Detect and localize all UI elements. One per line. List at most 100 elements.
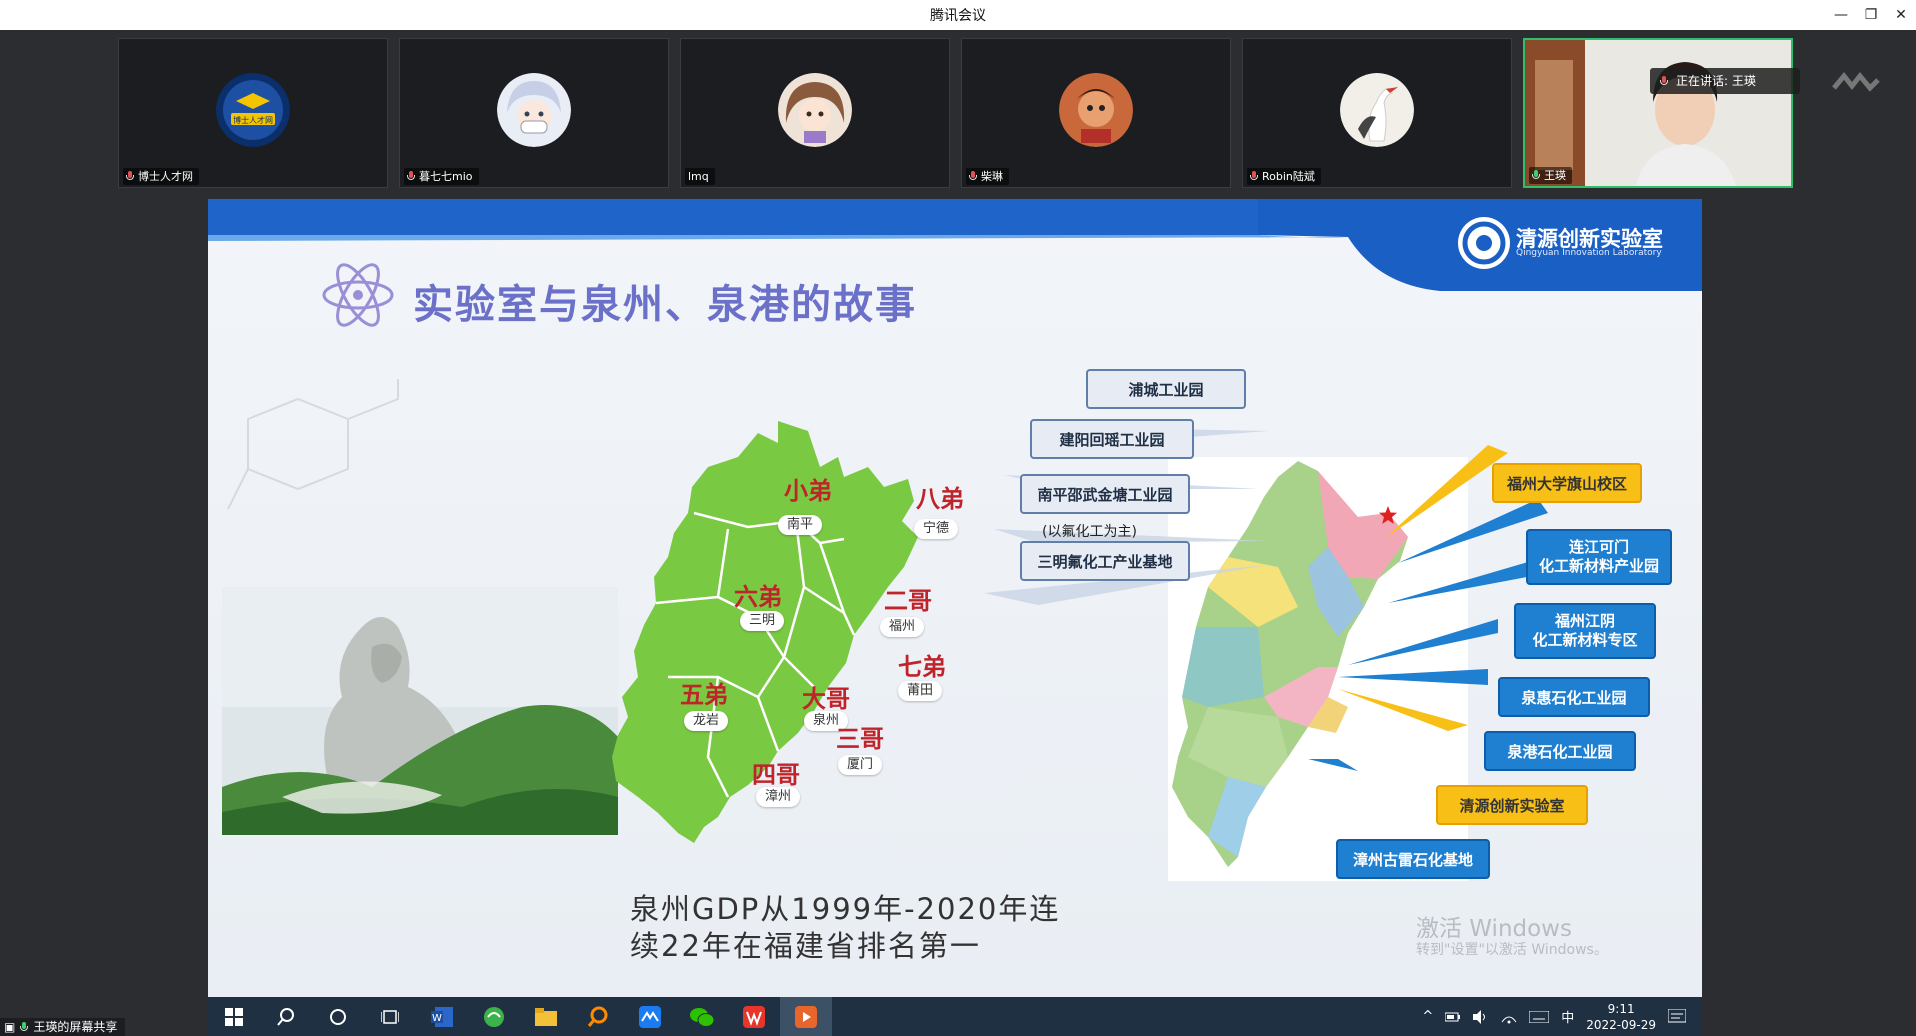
city-label: 南平 (778, 515, 823, 535)
participant-name-tag: 柴琳 (966, 168, 1009, 185)
rank-label: 六弟 (734, 583, 782, 611)
fujian-industrial-map (1168, 457, 1468, 881)
participant-strip: 博士人才网 博士人才网 暮七七mio lmq 柴琳 Robin陆斌 王瑛 正在讲… (0, 30, 1916, 196)
laozi-statue-photo (222, 587, 618, 835)
participant-name-tag: 王瑛 (1529, 167, 1572, 184)
city-label: 厦门 (838, 755, 883, 775)
participant-tile[interactable]: 博士人才网 博士人才网 (118, 38, 388, 188)
gdp-caption: 泉州GDP从1999年-2020年连 续22年在福建省排名第一 (630, 892, 1061, 963)
svg-text:博士人才网: 博士人才网 (233, 115, 273, 125)
rank-label: 五弟 (680, 681, 728, 709)
mic-active-icon (20, 1021, 29, 1033)
slide-title: 实验室与泉州、泉港的故事 (413, 282, 917, 328)
city-label: 宁德 (914, 519, 959, 539)
chevron-up-icon[interactable]: ^ (1422, 1009, 1433, 1024)
mic-active-icon (1532, 170, 1540, 181)
notification-icon[interactable] (1668, 1008, 1686, 1025)
anime-avatar-icon (497, 73, 571, 147)
restore-icon[interactable]: ❐ (1856, 0, 1886, 30)
window-title: 腾讯会议 (930, 8, 986, 24)
speaking-indicator: 正在讲话: 王瑛 (1650, 68, 1800, 94)
rank-label: 七弟 (898, 653, 946, 681)
city-label: 三明 (740, 611, 785, 631)
audio-wave-icon (1832, 72, 1880, 92)
participant-tile[interactable]: Robin陆斌 (1242, 38, 1512, 188)
keyboard-icon[interactable] (1529, 1010, 1550, 1023)
webcam-video-feed (1525, 40, 1791, 186)
bosscity-logo-icon: 博士人才网 (216, 73, 290, 147)
city-label: 莆田 (898, 681, 943, 701)
browser-app-icon[interactable] (468, 997, 520, 1036)
participant-avatar: 博士人才网 (216, 73, 290, 147)
shared-screen-taskbar: W ^ 中 9:11 2022-09-29 (208, 997, 1702, 1036)
participant-tile[interactable]: 柴琳 (961, 38, 1231, 188)
callout-qingyuan-lab: 清源创新实验室 (1436, 785, 1588, 825)
file-explorer-icon[interactable] (520, 997, 572, 1036)
search-app-icon[interactable] (572, 997, 624, 1036)
cortana-icon[interactable] (312, 997, 364, 1036)
participant-name-tag: 暮七七mio (404, 168, 479, 185)
fluorine-note: (以氟化工为主) (1042, 524, 1137, 540)
search-icon[interactable] (260, 997, 312, 1036)
rank-label: 小弟 (784, 477, 832, 505)
rank-label: 二哥 (884, 587, 932, 615)
rank-label: 八弟 (916, 485, 964, 513)
rank-label: 四哥 (752, 761, 800, 789)
window-controls: — ❐ ✕ (1826, 0, 1916, 30)
callout-quanhui-park: 泉惠石化工业园 (1498, 677, 1650, 717)
lab-logo-icon (1458, 217, 1510, 269)
anime-girl-avatar-icon (778, 73, 852, 147)
city-label: 福州 (880, 617, 925, 637)
participant-tile[interactable]: 暮七七mio (399, 38, 669, 188)
screen-share-label[interactable]: ▣ 王瑛的屏幕共享 (0, 1018, 126, 1036)
callout-shaowu-park: 南平邵武金塘工业园 (1020, 474, 1190, 514)
windows-activation-watermark: 激活 Windows (1416, 916, 1572, 942)
presentation-app-icon[interactable] (780, 997, 832, 1036)
participant-name-tag: 博士人才网 (123, 168, 199, 185)
screen-share-icon: ▣ (4, 1020, 16, 1034)
participant-avatar (497, 73, 571, 147)
tencent-meeting-icon[interactable] (624, 997, 676, 1036)
participant-tile[interactable]: lmq (680, 38, 950, 188)
task-view-icon[interactable] (364, 997, 416, 1036)
callout-jiangyin-zone: 福州江阴 化工新材料专区 (1514, 603, 1656, 659)
city-label: 漳州 (756, 787, 801, 807)
window-titlebar: 腾讯会议 — ❐ ✕ (0, 0, 1916, 30)
callout-quangang-park: 泉港石化工业园 (1484, 731, 1636, 771)
rank-label: 大哥 (802, 685, 850, 713)
volume-icon[interactable] (1473, 1009, 1489, 1024)
star-marker-icon (1379, 506, 1397, 524)
atom-icon (322, 263, 394, 327)
mic-muted-icon (969, 171, 977, 182)
wps-icon[interactable] (728, 997, 780, 1036)
windows-activation-hint: 转到"设置"以激活 Windows。 (1416, 942, 1608, 958)
rank-label: 三哥 (836, 725, 884, 753)
lab-logo-subtitle: Qingyuan Innovation Laboratory (1516, 248, 1662, 258)
city-label: 龙岩 (684, 711, 729, 731)
taskbar-clock[interactable]: 9:11 2022-09-29 (1586, 1001, 1656, 1033)
cartoon-character-avatar-icon (1059, 73, 1133, 147)
word-app-icon[interactable]: W (416, 997, 468, 1036)
windows-start-icon[interactable] (208, 997, 260, 1036)
participant-avatar (1059, 73, 1133, 147)
molecule-decoration (227, 379, 399, 510)
participant-name-tag: Robin陆斌 (1247, 168, 1321, 185)
mic-icon (1660, 75, 1668, 87)
callout-pucheng-park: 浦城工业园 (1086, 369, 1246, 409)
network-icon[interactable] (1501, 1010, 1517, 1024)
ime-indicator[interactable]: 中 (1561, 1007, 1574, 1026)
battery-icon[interactable] (1445, 1011, 1461, 1023)
mic-muted-icon (126, 171, 134, 182)
callout-gulei-base: 漳州古雷石化基地 (1336, 839, 1490, 879)
participant-avatar (778, 73, 852, 147)
callout-fuzhou-university: 福州大学旗山校区 (1492, 463, 1642, 503)
callout-sanming-base: 三明氟化工产业基地 (1020, 541, 1190, 581)
mic-muted-icon (407, 171, 415, 182)
participant-name-tag: lmq (685, 168, 715, 185)
wechat-icon[interactable] (676, 997, 728, 1036)
svg-text:W: W (432, 1013, 442, 1024)
minimize-icon[interactable]: — (1826, 0, 1856, 30)
participant-avatar (1340, 73, 1414, 147)
participant-tile-active-video[interactable]: 王瑛 (1523, 38, 1793, 188)
close-icon[interactable]: ✕ (1886, 0, 1916, 30)
